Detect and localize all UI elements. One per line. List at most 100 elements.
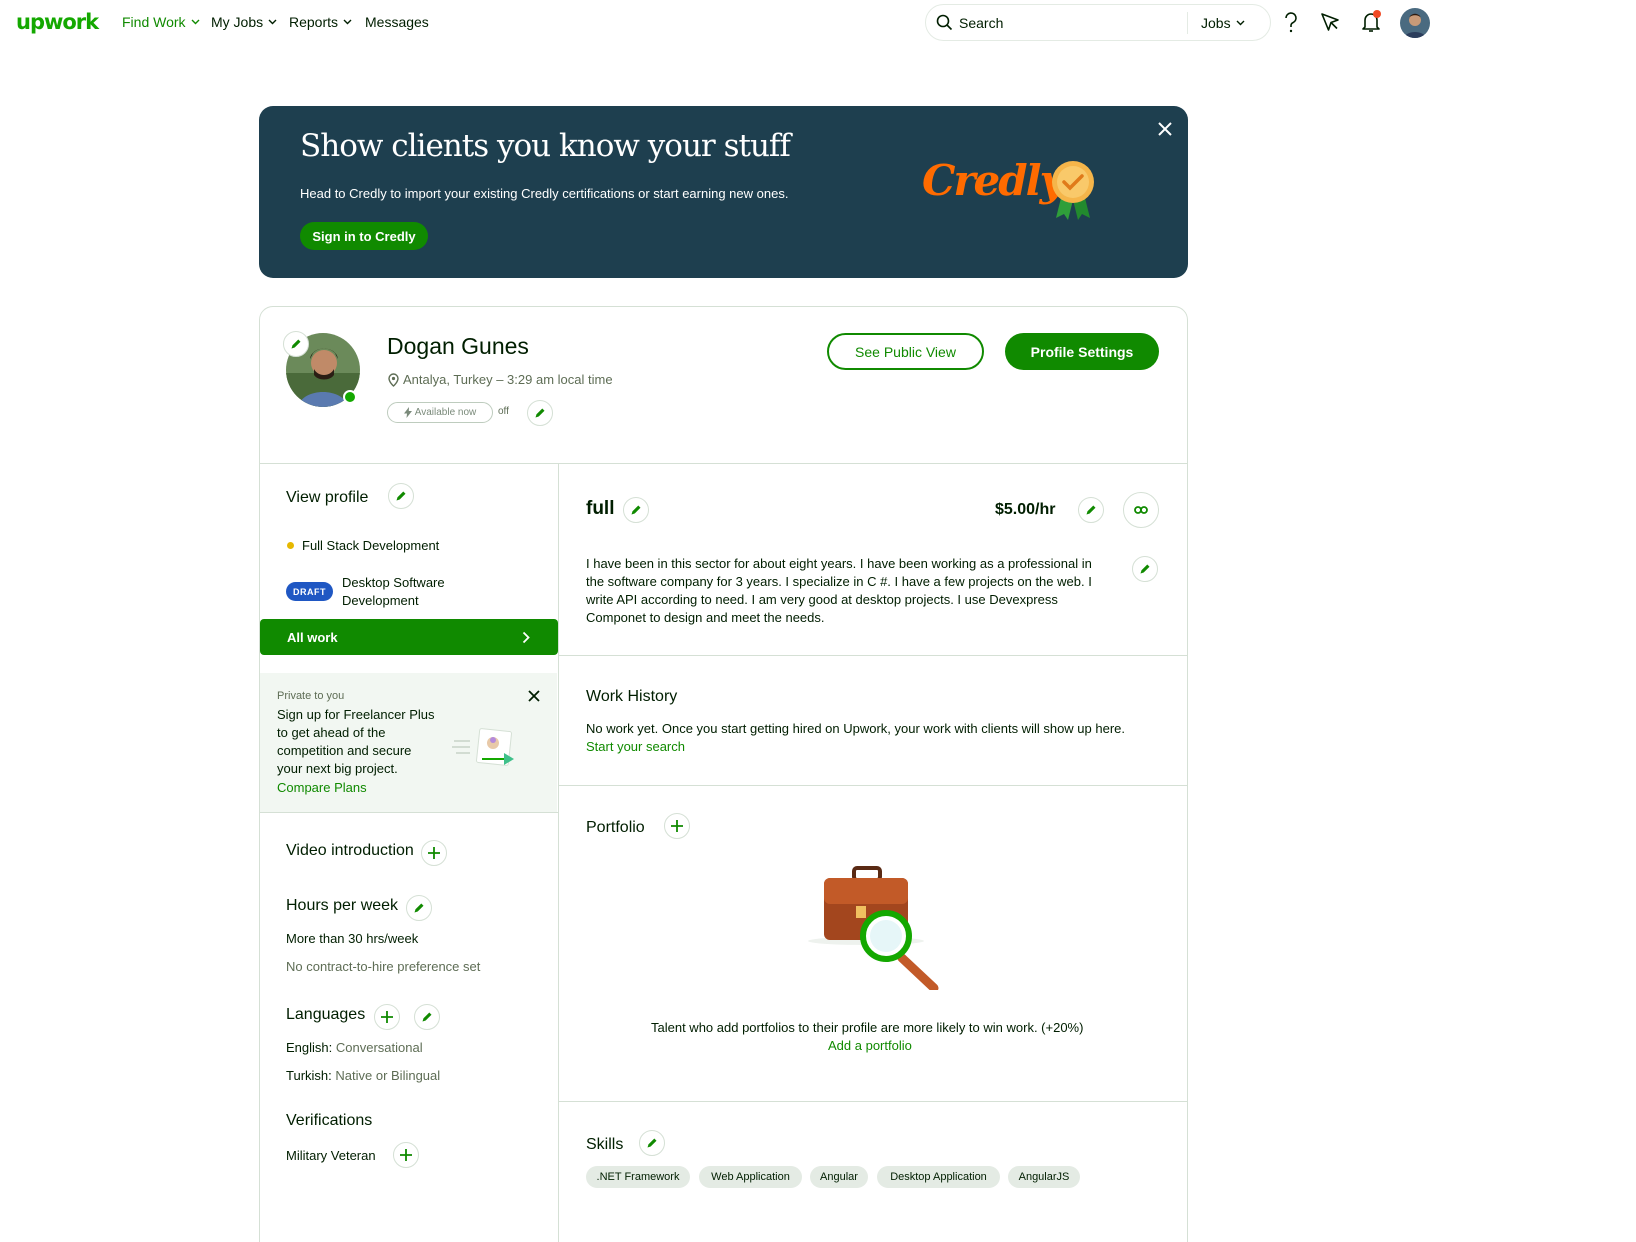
help-icon[interactable] (1279, 10, 1303, 34)
specialized-profile-desktop-line2[interactable]: Development (342, 593, 419, 608)
work-history-title: Work History (586, 688, 678, 705)
edit-languages-pencil-icon[interactable] (414, 1004, 440, 1030)
notifications-bell-icon[interactable] (1359, 10, 1383, 34)
verifications-title: Verifications (286, 1112, 373, 1129)
copy-link-icon[interactable] (1123, 492, 1159, 528)
add-video-plus-icon[interactable] (421, 840, 447, 866)
portfolio-title: Portfolio (586, 819, 645, 836)
search-icon[interactable] (936, 14, 953, 31)
close-icon[interactable] (526, 688, 542, 704)
profile-location: Antalya, Turkey – 3:29 am local time (388, 372, 613, 387)
edit-availability-pencil-icon[interactable] (527, 400, 553, 426)
online-status-dot (343, 390, 357, 404)
nav-reports[interactable]: Reports (289, 14, 352, 30)
specialized-profile-full-stack[interactable]: Full Stack Development (302, 538, 439, 553)
divider (559, 785, 1187, 786)
skill-chip[interactable]: Web Application (699, 1166, 802, 1188)
divider (559, 1101, 1187, 1102)
promo-line: your next big project. (277, 761, 398, 776)
contract-preference: No contract-to-hire preference set (286, 959, 481, 974)
edit-rate-pencil-icon[interactable] (1078, 497, 1104, 523)
nav-find-work-label: Find Work (122, 14, 186, 30)
skill-chip[interactable]: AngularJS (1008, 1166, 1080, 1188)
nav-messages[interactable]: Messages (365, 14, 429, 30)
skill-chip[interactable]: Angular (810, 1166, 868, 1188)
hours-per-week-title: Hours per week (286, 897, 399, 914)
user-avatar[interactable] (1400, 8, 1430, 38)
edit-view-profile-pencil-icon[interactable] (388, 483, 414, 509)
profile-headline: full (586, 498, 615, 519)
view-profile-title: View profile (286, 489, 369, 506)
chevron-down-icon (1236, 20, 1245, 25)
close-icon[interactable] (1156, 120, 1174, 138)
search-scope-dropdown[interactable]: Jobs (1201, 15, 1245, 31)
profile-name: Dogan Gunes (387, 333, 529, 359)
video-introduction-title: Video introduction (286, 842, 414, 859)
search-scope-label: Jobs (1201, 14, 1231, 31)
edit-skills-pencil-icon[interactable] (639, 1130, 665, 1156)
sign-in-credly-button[interactable]: Sign in to Credly (300, 222, 428, 250)
overview-line: the software company for 3 years. I spec… (586, 574, 1092, 589)
nav-reports-label: Reports (289, 14, 339, 30)
all-work-button[interactable]: All work (260, 619, 558, 655)
chevron-down-icon (268, 19, 277, 25)
chevron-right-icon (522, 631, 530, 643)
add-portfolio-link[interactable]: Add a portfolio (828, 1038, 912, 1053)
divider (558, 464, 559, 1242)
specialized-profile-desktop-line1[interactable]: Desktop Software (342, 575, 445, 590)
availability-toggle[interactable]: Available now (387, 402, 493, 423)
nav-my-jobs[interactable]: My Jobs (211, 14, 277, 30)
add-portfolio-plus-icon[interactable] (664, 813, 690, 839)
language-level: Native or Bilingual (335, 1068, 441, 1083)
search-bar: Jobs (925, 4, 1271, 41)
overview-text: I have been in this sector for about eig… (586, 555, 1092, 627)
location-pin-icon (388, 372, 399, 387)
add-language-plus-icon[interactable] (374, 1004, 400, 1030)
edit-headline-pencil-icon[interactable] (623, 497, 649, 523)
hours-value: More than 30 hrs/week (286, 931, 419, 946)
compare-plans-link[interactable]: Compare Plans (277, 780, 367, 795)
banner-subtitle: Head to Credly to import your existing C… (300, 186, 789, 201)
skills-title: Skills (586, 1136, 624, 1153)
overview-line: I have been in this sector for about eig… (586, 556, 1092, 571)
nav-messages-label: Messages (365, 14, 429, 30)
direct-contracts-icon[interactable] (1318, 10, 1342, 34)
nav-find-work[interactable]: Find Work (122, 14, 200, 30)
language-name: English: (286, 1040, 333, 1055)
briefcase-magnifier-icon (806, 866, 946, 990)
search-divider (1187, 11, 1188, 34)
search-input[interactable] (959, 14, 1179, 31)
divider (559, 655, 1187, 656)
lightning-icon (403, 407, 412, 418)
language-level: Conversational (335, 1040, 423, 1055)
promo-eyebrow: Private to you (277, 690, 345, 702)
upwork-logo[interactable]: upwork (16, 10, 99, 34)
banner-title: Show clients you know your stuff (300, 128, 791, 164)
language-name: Turkish: (286, 1068, 332, 1083)
skill-chip[interactable]: .NET Framework (586, 1166, 690, 1188)
add-military-plus-icon[interactable] (393, 1142, 419, 1168)
see-public-view-button[interactable]: See Public View (827, 333, 984, 370)
overview-line: write API according to need. I am very g… (586, 592, 1058, 607)
edit-hours-pencil-icon[interactable] (406, 895, 432, 921)
nav-my-jobs-label: My Jobs (211, 14, 264, 30)
divider (260, 463, 1187, 464)
credly-logo: Credly (922, 156, 1064, 205)
skill-chip[interactable]: Desktop Application (877, 1166, 1000, 1188)
military-veteran-label: Military Veteran (286, 1148, 376, 1163)
edit-photo-pencil-icon[interactable] (283, 331, 309, 357)
promo-illustration-icon (452, 727, 518, 771)
promo-line: to get ahead of the (277, 725, 386, 740)
language-item: English: Conversational (286, 1040, 423, 1055)
draft-badge: DRAFT (286, 582, 333, 601)
start-search-link[interactable]: Start your search (586, 739, 685, 754)
language-item: Turkish: Native or Bilingual (286, 1068, 440, 1083)
award-badge-icon (1050, 160, 1096, 222)
languages-title: Languages (286, 1006, 366, 1023)
divider (260, 812, 558, 813)
edit-overview-pencil-icon[interactable] (1132, 556, 1158, 582)
chevron-down-icon (343, 19, 352, 25)
status-dot (287, 542, 294, 549)
profile-settings-button[interactable]: Profile Settings (1005, 333, 1159, 370)
location-text: Antalya, Turkey – 3:29 am local time (403, 372, 613, 387)
